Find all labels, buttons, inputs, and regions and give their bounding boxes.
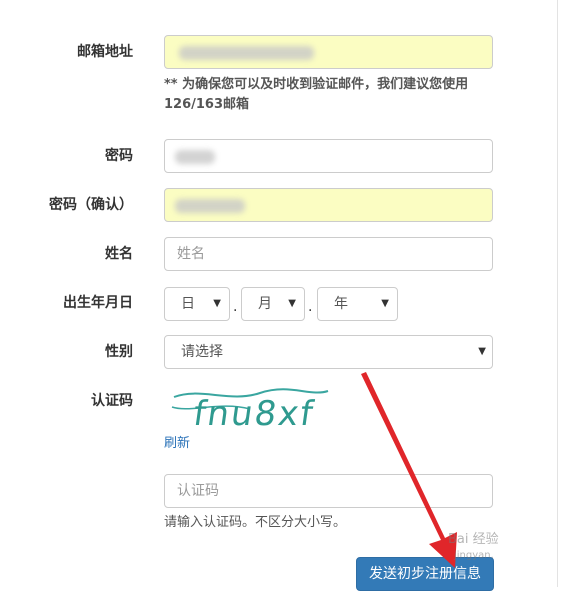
password-confirm-value-obscured <box>175 199 245 213</box>
captcha-refresh-link[interactable]: 刷新 <box>164 434 190 454</box>
captcha-help-text: 请输入认证码。不区分大小写。 <box>164 515 347 530</box>
birthdate-separator: . <box>308 299 313 315</box>
email-field[interactable] <box>164 35 493 69</box>
gender-select[interactable]: 请选择 ▼ <box>164 335 493 369</box>
chevron-down-icon: ▼ <box>478 346 486 357</box>
name-label: 姓名 <box>105 246 133 262</box>
password-field[interactable] <box>164 139 493 173</box>
birth-day-value: 日 <box>181 296 195 312</box>
email-value-obscured <box>179 46 314 60</box>
chevron-down-icon: ▼ <box>288 298 296 309</box>
birth-year-select[interactable]: 年 ▼ <box>317 287 398 321</box>
name-input[interactable]: 姓名 <box>164 237 493 271</box>
watermark-subtext: jingyan. <box>454 550 494 561</box>
birth-month-select[interactable]: 月 ▼ <box>241 287 305 321</box>
password-confirm-label: 密码（确认） <box>49 197 133 213</box>
email-hint: ** 为确保您可以及时收到验证邮件，我们建议您使用126/163邮箱 <box>164 77 469 112</box>
password-label: 密码 <box>105 148 133 164</box>
captcha-placeholder: 认证码 <box>177 483 219 499</box>
arrow-shape <box>361 372 457 568</box>
captcha-label: 认证码 <box>91 393 133 409</box>
gender-selected-value: 请选择 <box>181 344 223 360</box>
password-confirm-field[interactable] <box>164 188 493 222</box>
name-placeholder: 姓名 <box>177 246 205 262</box>
captcha-input[interactable]: 认证码 <box>164 474 493 508</box>
gender-label: 性别 <box>105 344 133 360</box>
chevron-down-icon: ▼ <box>381 298 389 309</box>
page-edge-divider <box>557 0 558 587</box>
watermark: Bai 经验 jingyan. <box>448 532 499 564</box>
watermark-text: Bai 经验 <box>448 532 499 547</box>
email-label: 邮箱地址 <box>77 44 133 60</box>
birth-year-value: 年 <box>334 296 348 312</box>
password-value-obscured <box>175 150 215 164</box>
birthdate-separator: . <box>233 299 238 315</box>
birth-day-select[interactable]: 日 ▼ <box>164 287 230 321</box>
birthdate-label: 出生年月日 <box>63 295 133 311</box>
birth-month-value: 月 <box>258 296 272 312</box>
chevron-down-icon: ▼ <box>213 298 221 309</box>
captcha-image: fnu8xf <box>171 388 329 434</box>
captcha-text: fnu8xf <box>191 394 317 434</box>
